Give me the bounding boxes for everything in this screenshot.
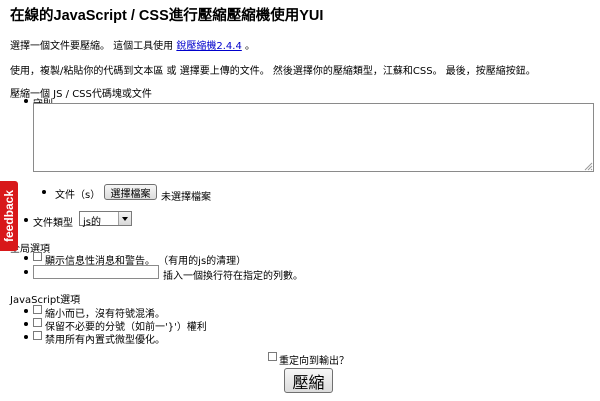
feedback-label: feedback: [2, 189, 16, 243]
disable-optimizations-label: 禁用所有內置式微型優化。: [45, 335, 165, 346]
minify-only-checkbox[interactable]: [33, 305, 42, 314]
yui-compressor-link[interactable]: 銳壓縮機2.4.4: [176, 41, 241, 52]
bullet-icon: [24, 218, 28, 222]
intro-end: 。: [245, 41, 256, 52]
file-label: 文件（s）: [55, 190, 101, 201]
source-heading: 壓縮一個 JS / CSS代碼塊或文件: [10, 89, 152, 100]
bullet-icon: [42, 190, 46, 194]
disable-optimizations-checkbox[interactable]: [33, 331, 42, 340]
linebreak-label: 插入一個換行符在指定的列數。: [163, 271, 303, 282]
resize-grip-icon[interactable]: [584, 162, 593, 171]
file-status: 未選擇檔案: [161, 192, 211, 203]
intro-text: 選擇一個文件要壓縮。 這個工具使用: [10, 41, 174, 52]
choose-file-button[interactable]: 選擇檔案: [104, 184, 157, 200]
linebreak-input[interactable]: [33, 265, 159, 279]
bullet-icon: [24, 256, 28, 260]
verbose-checkbox[interactable]: [33, 252, 42, 261]
feedback-tab[interactable]: feedback: [0, 181, 18, 251]
code-textarea[interactable]: [33, 103, 594, 172]
js-options-heading: JavaScript選項: [10, 295, 81, 306]
filetype-select[interactable]: js的: [79, 211, 132, 228]
instructions-text: 使用，複製/粘貼你的代碼到文本區 或 選擇要上傳的文件。 然後選擇你的壓縮類型，…: [10, 66, 536, 77]
bullet-icon: [24, 270, 28, 274]
bullet-icon: [24, 99, 28, 103]
preserve-semicolons-checkbox[interactable]: [33, 318, 42, 327]
filetype-label: 文件類型: [33, 218, 73, 229]
filetype-value: js的: [83, 217, 101, 228]
bullet-icon: [24, 322, 28, 326]
bullet-icon: [24, 335, 28, 339]
compress-button[interactable]: 壓縮: [284, 368, 333, 393]
intro-line: 選擇一個文件要壓縮。 這個工具使用 銳壓縮機2.4.4 。: [10, 37, 255, 52]
chevron-down-icon: [118, 212, 131, 225]
page-title: 在線的JavaScript / CSS進行壓縮壓縮機使用YUI: [10, 8, 324, 24]
bullet-icon: [24, 309, 28, 313]
redirect-label: 重定向到輸出？: [279, 356, 349, 367]
redirect-checkbox[interactable]: [268, 352, 277, 361]
